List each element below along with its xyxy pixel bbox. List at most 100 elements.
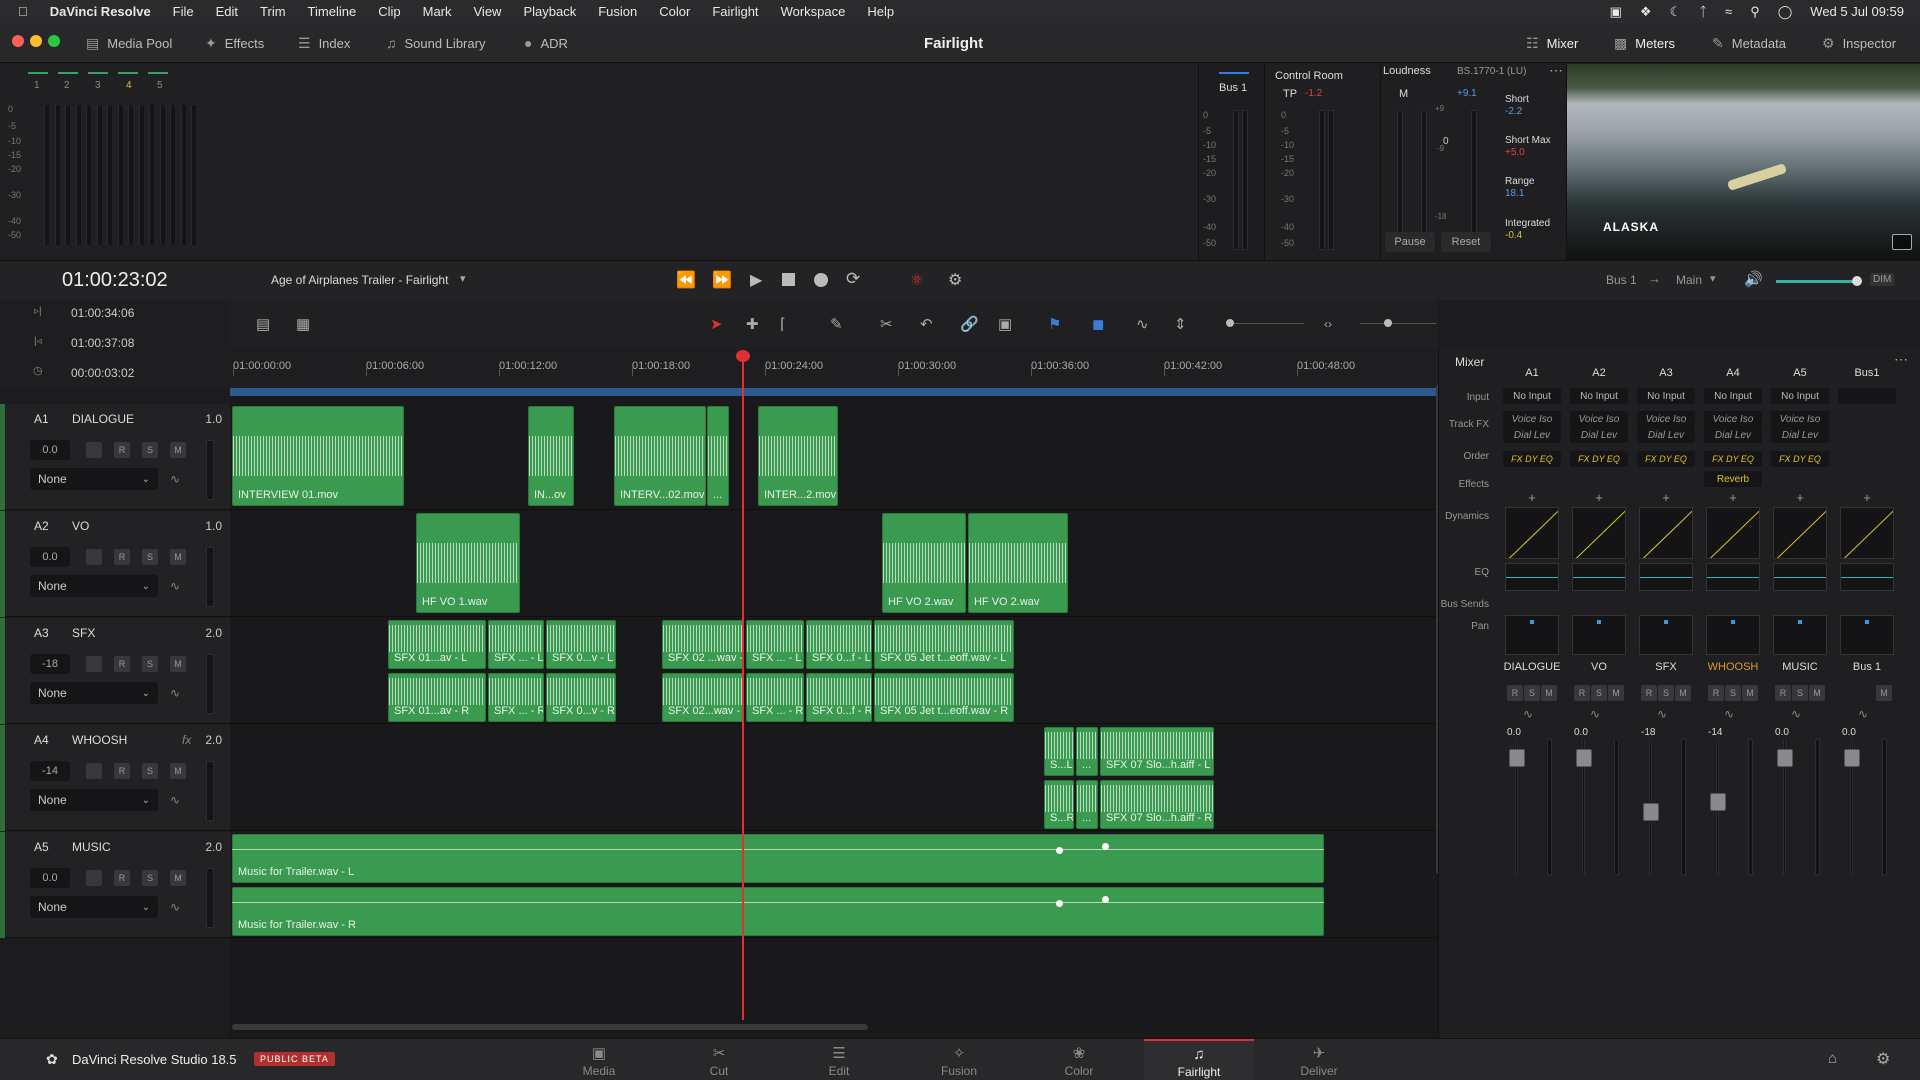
mixer-voice-iso[interactable]: Voice Iso xyxy=(1637,411,1695,427)
track-name[interactable]: WHOOSH xyxy=(72,733,127,747)
mixer-r-button[interactable]: R xyxy=(1507,685,1523,701)
track-lock-icon[interactable] xyxy=(86,442,102,458)
audio-clip[interactable]: SFX 02...wav - R xyxy=(662,673,744,722)
track-assign-dropdown[interactable]: None ⌄ xyxy=(30,789,158,811)
apple-icon[interactable]:  xyxy=(18,4,28,19)
mixer-s-button[interactable]: S xyxy=(1591,685,1607,701)
menu-clip[interactable]: Clip xyxy=(378,4,400,19)
menu-trim[interactable]: Trim xyxy=(260,4,286,19)
metadata-toggle[interactable]: ✎ Metadata xyxy=(1712,23,1786,63)
image-tool-icon[interactable]: ▣ xyxy=(998,300,1012,348)
automation-curve-icon[interactable]: ∿ xyxy=(170,686,180,700)
mixer-m-button[interactable]: M xyxy=(1809,685,1825,701)
mixer-voice-iso[interactable]: Voice Iso xyxy=(1704,411,1762,427)
monitor-bus[interactable]: Bus 1 xyxy=(1606,273,1637,287)
track-lane-a1[interactable]: INTERVIEW 01.mov IN...ov INTERV...02.mov..… xyxy=(230,404,1438,510)
duration-timecode[interactable]: 00:00:03:02 xyxy=(71,366,134,380)
razor-tool-icon[interactable]: ✂ xyxy=(880,300,893,348)
automation-curve-icon[interactable]: ∿ xyxy=(170,472,180,486)
play-button[interactable]: ▶ xyxy=(750,270,762,290)
grid-view-icon[interactable]: ▦ xyxy=(296,300,310,348)
loudness-standard[interactable]: BS.1770-1 (LU) xyxy=(1457,66,1526,77)
track-solo-button[interactable]: S xyxy=(142,763,158,779)
audio-clip[interactable]: HF VO 2.wav xyxy=(968,513,1068,613)
viewer[interactable]: ALASKA xyxy=(1566,64,1920,260)
mixer-pan-control[interactable] xyxy=(1706,615,1760,655)
home-icon[interactable]: ⌂ xyxy=(1828,1050,1837,1067)
automation-keyframe[interactable] xyxy=(1102,843,1109,850)
inspector-toggle[interactable]: ⚙ Inspector xyxy=(1822,23,1896,63)
track-mute-button[interactable]: M xyxy=(170,763,186,779)
audio-clip[interactable]: INTERV...02.mov xyxy=(614,406,706,506)
index-button[interactable]: ☰ Index xyxy=(298,23,350,63)
audio-clip[interactable]: SFX 01...av - L xyxy=(388,620,486,669)
effects-button[interactable]: ✦ Effects xyxy=(205,23,264,63)
audio-clip[interactable]: SFX 07 Slo...h.aiff - R xyxy=(1100,780,1214,829)
mixer-dynamics-graph[interactable] xyxy=(1639,507,1693,559)
stop-button[interactable] xyxy=(782,273,795,286)
audio-clip[interactable]: SFX ... - L xyxy=(488,620,544,669)
track-mute-button[interactable]: M xyxy=(170,549,186,565)
menu-help[interactable]: Help xyxy=(867,4,894,19)
mixer-add-effect-button[interactable]: + xyxy=(1704,489,1762,505)
automation-curve-icon[interactable]: ∿ xyxy=(1791,707,1801,721)
mixer-fader-knob[interactable] xyxy=(1844,749,1860,767)
horizontal-zoom-icon[interactable]: ‹› xyxy=(1324,300,1332,348)
mixer-eq-graph[interactable] xyxy=(1773,563,1827,591)
mixer-dynamics-graph[interactable] xyxy=(1773,507,1827,559)
track-name[interactable]: SFX xyxy=(72,626,95,640)
track-volume-field[interactable]: 0.0 xyxy=(30,868,70,888)
audio-clip[interactable]: SFX 05 Jet t...eoff.wav - R xyxy=(874,673,1014,722)
mixer-m-button[interactable]: M xyxy=(1608,685,1624,701)
selection-tool-icon[interactable]: ➤ xyxy=(710,300,723,348)
audio-clip[interactable]: SFX ... - L xyxy=(746,620,804,669)
audio-clip[interactable]: ... xyxy=(1076,727,1098,776)
mixer-voice-iso[interactable]: Voice Iso xyxy=(1503,411,1561,427)
track-lock-icon[interactable] xyxy=(86,549,102,565)
track-record-button[interactable]: R xyxy=(114,763,130,779)
clock[interactable]: Wed 5 Jul 09:59 xyxy=(1810,4,1904,19)
mixer-add-effect-button[interactable]: + xyxy=(1570,489,1628,505)
mixer-dial-lev[interactable]: Dial Lev xyxy=(1503,427,1561,443)
track-name[interactable]: VO xyxy=(72,519,89,533)
hzoom-slider-knob[interactable] xyxy=(1384,319,1392,327)
volume-line[interactable] xyxy=(232,902,1324,903)
track-record-button[interactable]: R xyxy=(114,442,130,458)
track-solo-button[interactable]: S xyxy=(142,549,158,565)
page-tab-fusion[interactable]: ✧ Fusion xyxy=(904,1039,1014,1080)
mixer-r-button[interactable]: R xyxy=(1574,685,1590,701)
menu-fusion[interactable]: Fusion xyxy=(598,4,637,19)
menu-playback[interactable]: Playback xyxy=(523,4,576,19)
track-name[interactable]: MUSIC xyxy=(72,840,111,854)
mixer-s-button[interactable]: S xyxy=(1524,685,1540,701)
wifi-icon[interactable]: ≈ xyxy=(1725,4,1732,19)
menu-workspace[interactable]: Workspace xyxy=(781,4,846,19)
track-height-icon[interactable]: ▤ xyxy=(256,300,270,348)
mixer-dynamics-graph[interactable] xyxy=(1706,507,1760,559)
audio-clip[interactable]: Music for Trailer.wav - L xyxy=(232,834,1324,883)
menu-timeline[interactable]: Timeline xyxy=(308,4,357,19)
mixer-input-field[interactable]: No Input xyxy=(1503,388,1561,404)
track-lane-a2[interactable]: HF VO 1.wav HF VO 2.wav HF VO 2.wav xyxy=(230,511,1438,617)
zoom-slider-track[interactable] xyxy=(1228,323,1304,324)
mixer-input-field[interactable]: No Input xyxy=(1771,388,1829,404)
mixer-fader-knob[interactable] xyxy=(1777,749,1793,767)
dim-button[interactable]: DIM xyxy=(1870,273,1895,286)
page-tab-media[interactable]: ▣ Media xyxy=(544,1039,654,1080)
mixer-eq-graph[interactable] xyxy=(1572,563,1626,591)
mixer-m-button[interactable]: M xyxy=(1742,685,1758,701)
zoom-window-button[interactable] xyxy=(48,35,60,47)
audio-clip[interactable]: SFX 0...f - R xyxy=(806,673,872,722)
screen-icon[interactable]: ▣ xyxy=(1610,4,1622,20)
mixer-pan-control[interactable] xyxy=(1639,615,1693,655)
automation-keyframe[interactable] xyxy=(1102,896,1109,903)
loudness-options-icon[interactable]: ⋯ xyxy=(1549,62,1563,79)
audio-clip[interactable]: INTER...2.mov xyxy=(758,406,838,506)
vertical-zoom-icon[interactable]: ⇕ xyxy=(1174,300,1187,348)
page-tab-deliver[interactable]: ✈ Deliver xyxy=(1264,1039,1374,1080)
track-name[interactable]: DIALOGUE xyxy=(72,412,134,426)
audio-clip[interactable]: SFX 02 ...wav - L xyxy=(662,620,744,669)
automation-curve-icon[interactable]: ∿ xyxy=(1523,707,1533,721)
menu-fairlight[interactable]: Fairlight xyxy=(712,4,758,19)
page-tab-edit[interactable]: ☰ Edit xyxy=(784,1039,894,1080)
